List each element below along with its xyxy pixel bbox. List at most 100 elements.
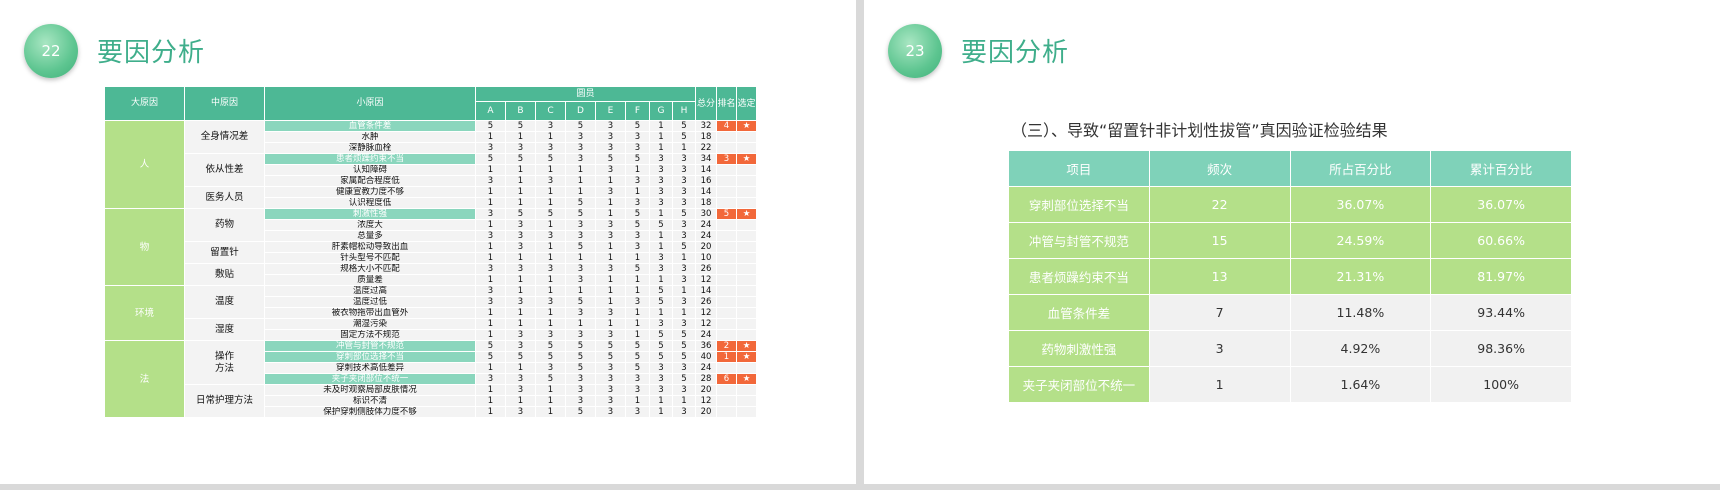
score-cell: 3 <box>671 175 697 187</box>
score-cell: 3 <box>565 307 596 319</box>
score-cell: 3 <box>625 384 650 396</box>
score-cell: 3 <box>505 142 536 154</box>
score-cell: 3 <box>625 197 650 209</box>
mid-cause-cell: 全身情况差 <box>184 120 265 154</box>
score-cell: 3 <box>671 219 697 231</box>
score-cell: 1 <box>475 307 506 319</box>
score-cell: 3 <box>625 230 650 242</box>
score-cell: 1 <box>671 252 697 264</box>
rank-cell <box>716 285 738 297</box>
total-score-cell: 20 <box>695 241 718 253</box>
score-cell: 1 <box>475 318 506 330</box>
score-cell: 3 <box>649 263 673 275</box>
table-row: 湿度 潮湿污染 1 1 1 1 1 1 3 3 12 <box>105 318 758 341</box>
table-row: 血管条件差 7 11.48% 93.44% <box>1008 294 1572 331</box>
row-item: 患者烦躁约束不当 <box>1008 258 1150 295</box>
score-cell: 3 <box>595 230 626 242</box>
row-item: 夹子夹闭部位不统一 <box>1008 366 1150 403</box>
score-cell: 3 <box>671 296 697 308</box>
score-cell: 3 <box>535 263 566 275</box>
score-cell: 1 <box>625 186 650 198</box>
table-row: 留置针 肝素帽松动导致出血 1 3 1 5 1 3 1 5 20 <box>105 241 758 264</box>
score-cell: 3 <box>625 406 650 418</box>
selected-star-cell <box>736 406 758 418</box>
score-cell: 5 <box>595 153 626 165</box>
score-cell: 3 <box>595 120 626 132</box>
minor-cause-cell: 总量多 <box>264 230 476 242</box>
score-cell: 3 <box>671 164 697 176</box>
score-cell: 3 <box>505 263 536 275</box>
score-cell: 3 <box>671 263 697 275</box>
score-cell: 1 <box>565 285 596 297</box>
score-cell: 1 <box>595 241 626 253</box>
score-cell: 3 <box>595 164 626 176</box>
score-cell: 1 <box>475 395 506 407</box>
table-row: 夹子夹闭部位不统一 1 1.64% 100% <box>1008 366 1572 403</box>
score-cell: 1 <box>475 197 506 209</box>
selected-star-cell <box>736 274 758 286</box>
total-score-cell: 20 <box>695 406 718 418</box>
score-cell: 5 <box>595 340 626 352</box>
score-cell: 1 <box>649 274 673 286</box>
score-cell: 3 <box>595 329 626 341</box>
table-row: 敷贴 规格大小不匹配 3 3 3 3 3 5 3 3 26 <box>105 263 758 286</box>
rank-cell: 4 <box>716 120 738 132</box>
score-cell: 1 <box>505 274 536 286</box>
minor-cause-cell: 患者烦躁约束不当 <box>264 153 476 165</box>
score-cell: 5 <box>649 351 673 363</box>
minor-cause-cell: 认知障碍 <box>264 164 476 176</box>
mid-cause-cell: 温度 <box>184 285 265 319</box>
minor-cause-cell: 肝素帽松动导致出血 <box>264 241 476 253</box>
score-cell: 3 <box>671 186 697 198</box>
rank-cell <box>716 384 738 396</box>
score-cell: 1 <box>475 406 506 418</box>
score-cell: 5 <box>625 120 650 132</box>
score-cell: 1 <box>671 285 697 297</box>
selected-star-cell: ★ <box>736 340 758 352</box>
total-score-cell: 32 <box>695 120 718 132</box>
score-cell: 3 <box>671 406 697 418</box>
score-cell: 3 <box>565 131 596 143</box>
rank-cell <box>716 197 738 209</box>
score-cell: 1 <box>535 406 566 418</box>
table-row: 法操作 方法 冲管与封管不规范 5 3 5 5 5 5 5 5 36 2 ★ <box>104 340 758 418</box>
score-cell: 1 <box>595 252 626 264</box>
selected-star-cell: ★ <box>736 153 758 165</box>
row-percentage: 1.64% <box>1289 366 1432 403</box>
score-cell: 1 <box>595 197 626 209</box>
score-cell: 5 <box>625 208 650 220</box>
header-row: 项目 频次 所占百分比 累计百分比 <box>1008 150 1572 187</box>
score-cell: 5 <box>625 153 650 165</box>
score-cell: 5 <box>565 208 596 220</box>
score-cell: 3 <box>565 219 596 231</box>
score-cell: 3 <box>505 219 536 231</box>
score-cell: 5 <box>535 351 566 363</box>
score-cell: 5 <box>535 373 566 385</box>
minor-cause-cell: 夹子夹闭部位不统一 <box>264 373 476 385</box>
score-cell: 5 <box>535 153 566 165</box>
score-cell: 3 <box>505 296 536 308</box>
score-cell: 3 <box>475 142 506 154</box>
header-member-b: B <box>505 101 536 121</box>
score-cell: 1 <box>505 285 536 297</box>
row-item: 药物刺激性强 <box>1008 330 1150 367</box>
table-row: 冲管与封管不规范 15 24.59% 60.66% <box>1008 222 1572 259</box>
rank-cell <box>716 318 738 330</box>
rank-cell: 3 <box>716 153 738 165</box>
selected-star-cell <box>736 285 758 297</box>
score-cell: 3 <box>535 230 566 242</box>
score-cell: 3 <box>671 153 697 165</box>
selected-star-cell <box>736 186 758 198</box>
score-cell: 3 <box>505 241 536 253</box>
row-percentage: 24.59% <box>1289 222 1432 259</box>
rank-cell <box>716 241 738 253</box>
score-cell: 5 <box>649 340 673 352</box>
score-cell: 1 <box>595 274 626 286</box>
header-rank: 排名 <box>716 86 738 121</box>
score-cell: 3 <box>649 153 673 165</box>
score-cell: 5 <box>649 329 673 341</box>
score-cell: 3 <box>671 197 697 209</box>
score-cell: 3 <box>595 384 626 396</box>
score-cell: 3 <box>505 340 536 352</box>
rank-cell: 2 <box>716 340 738 352</box>
